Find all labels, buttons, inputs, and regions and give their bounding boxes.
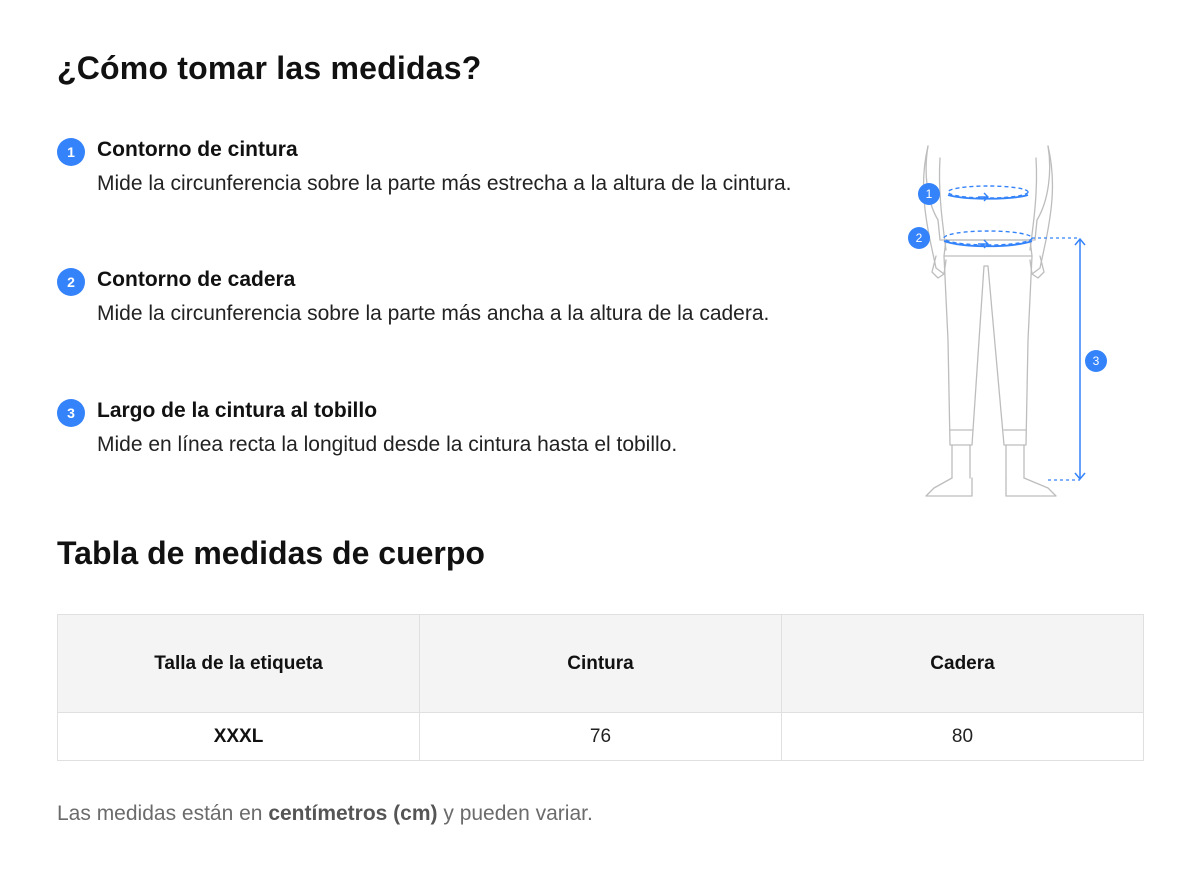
column-header-hip: Cadera [781, 614, 1144, 713]
units-note: Las medidas están en centímetros (cm) y … [57, 802, 593, 826]
figure-marker-3: 3 [1085, 350, 1107, 372]
step-description: Mide la circunferencia sobre la parte má… [97, 172, 792, 195]
cell-waist: 76 [419, 712, 782, 761]
step-waist: 1 Contorno de cintura Mide la circunfere… [57, 136, 837, 197]
column-header-size: Talla de la etiqueta [57, 614, 420, 713]
body-measurement-figure: 1 2 3 [900, 140, 1120, 505]
note-unit: centímetros (cm) [268, 802, 438, 825]
step-description: Mide en línea recta la longitud desde la… [97, 433, 678, 456]
svg-text:3: 3 [1093, 354, 1100, 368]
size-table: Talla de la etiqueta Cintura Cadera XXXL… [57, 614, 1144, 761]
table-row: XXXL 76 80 [57, 712, 1144, 761]
step-title: Contorno de cadera [97, 268, 296, 291]
size-table-title: Tabla de medidas de cuerpo [57, 535, 485, 571]
step-title: Contorno de cintura [97, 138, 298, 161]
step-hip: 2 Contorno de cadera Mide la circunferen… [57, 266, 837, 327]
figure-marker-1: 1 [918, 183, 940, 205]
figure-marker-2: 2 [908, 227, 930, 249]
trousers-body-illustration: 1 2 3 [908, 145, 1107, 497]
step-number-badge: 2 [57, 268, 85, 296]
step-length: 3 Largo de la cintura al tobillo Mide en… [57, 397, 837, 458]
cell-hip: 80 [781, 712, 1144, 761]
table-header-row: Talla de la etiqueta Cintura Cadera [57, 614, 1144, 713]
svg-text:1: 1 [926, 187, 933, 201]
guide-title: ¿Cómo tomar las medidas? [57, 50, 482, 86]
step-description: Mide la circunferencia sobre la parte má… [97, 302, 770, 325]
column-header-waist: Cintura [419, 614, 782, 713]
step-title: Largo de la cintura al tobillo [97, 399, 378, 422]
note-suffix: y pueden variar. [437, 802, 593, 825]
cell-size: XXXL [57, 712, 420, 761]
step-number-badge: 3 [57, 399, 85, 427]
note-prefix: Las medidas están en [57, 802, 269, 825]
step-number-badge: 1 [57, 138, 85, 166]
svg-text:2: 2 [916, 231, 923, 245]
